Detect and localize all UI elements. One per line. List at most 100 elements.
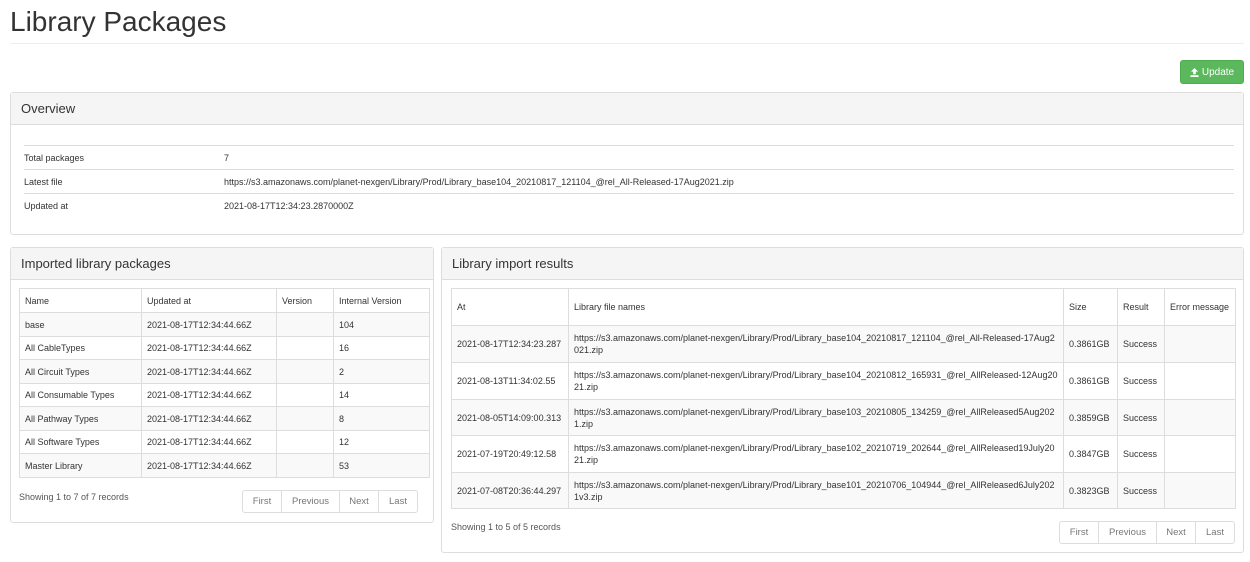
cell-version: [276, 406, 334, 431]
cell-version: [276, 359, 334, 384]
cell-name: All Consumable Types: [19, 383, 142, 407]
table-row: 2021-07-19T20:49:12.58 https://s3.amazon…: [451, 435, 1236, 473]
cell-internal-version: 104: [333, 312, 430, 337]
cell-updated-at: 2021-08-17T12:34:44.66Z: [141, 430, 277, 454]
cell-name: All Pathway Types: [19, 406, 142, 431]
table-row: All Circuit Types 2021-08-17T12:34:44.66…: [19, 359, 430, 384]
pagination-previous[interactable]: Previous: [281, 490, 340, 513]
pagination-next[interactable]: Next: [1156, 521, 1196, 544]
column-header-error-message[interactable]: Error message: [1164, 288, 1236, 326]
cell-at: 2021-08-17T12:34:23.287: [451, 325, 569, 363]
cell-file-name: https://s3.amazonaws.com/planet-nexgen/L…: [568, 325, 1064, 363]
cell-file-name: https://s3.amazonaws.com/planet-nexgen/L…: [568, 472, 1064, 509]
cell-version: [276, 312, 334, 337]
cell-name: Master Library: [19, 453, 142, 478]
cell-version: [276, 453, 334, 478]
cell-size: 0.3847GB: [1063, 435, 1118, 473]
pagination-last[interactable]: Last: [1195, 521, 1235, 544]
table-row: 2021-08-05T14:09:00.313 https://s3.amazo…: [451, 399, 1236, 436]
overview-row: Latest file https://s3.amazonaws.com/pla…: [24, 169, 1234, 194]
column-header-internal-version[interactable]: Internal Version: [333, 288, 430, 313]
cell-internal-version: 53: [333, 453, 430, 478]
cell-size: 0.3859GB: [1063, 399, 1118, 436]
cell-error-message: [1164, 325, 1236, 363]
table-row: All Software Types 2021-08-17T12:34:44.6…: [19, 430, 430, 454]
column-header-name[interactable]: Name: [19, 288, 142, 313]
overview-label: Updated at: [24, 193, 224, 217]
cell-updated-at: 2021-08-17T12:34:44.66Z: [141, 383, 277, 407]
overview-heading: Overview: [11, 93, 1243, 125]
cell-at: 2021-07-19T20:49:12.58: [451, 435, 569, 473]
pagination: First Previous Next Last: [1059, 521, 1235, 544]
imported-packages-heading: Imported library packages: [11, 248, 433, 280]
overview-label: Latest file: [24, 169, 224, 194]
overview-label: Total packages: [24, 145, 224, 170]
cell-error-message: [1164, 472, 1236, 509]
cell-name: All Software Types: [19, 430, 142, 454]
cell-result: Success: [1117, 399, 1165, 436]
update-button[interactable]: Update: [1180, 60, 1244, 84]
cell-result: Success: [1117, 435, 1165, 473]
pagination-last[interactable]: Last: [378, 490, 418, 513]
imported-packages-table: Name Updated at Version Internal Version…: [19, 288, 430, 478]
overview-value: 7: [224, 145, 1234, 170]
column-header-at[interactable]: At: [451, 288, 569, 326]
cell-updated-at: 2021-08-17T12:34:44.66Z: [141, 406, 277, 431]
pagination-next[interactable]: Next: [339, 490, 379, 513]
imported-packages-panel: Imported library packages Name Updated a…: [10, 247, 434, 523]
page-title: Library Packages: [10, 6, 227, 37]
pagination-first[interactable]: First: [242, 490, 282, 513]
import-results-heading: Library import results: [442, 248, 1243, 280]
cell-result: Success: [1117, 362, 1165, 400]
cell-updated-at: 2021-08-17T12:34:44.66Z: [141, 336, 277, 360]
cell-at: 2021-08-13T11:34:02.55: [451, 362, 569, 400]
table-row: 2021-08-13T11:34:02.55 https://s3.amazon…: [451, 362, 1236, 400]
title-divider: [10, 43, 1244, 44]
table-row: Master Library 2021-08-17T12:34:44.66Z 5…: [19, 453, 430, 478]
import-results-table: At Library file names Size Result Error …: [451, 288, 1236, 509]
cell-result: Success: [1117, 472, 1165, 509]
records-info: Showing 1 to 5 of 5 records: [451, 522, 561, 532]
column-header-updated-at[interactable]: Updated at: [141, 288, 277, 313]
table-row: 2021-07-08T20:36:44.297 https://s3.amazo…: [451, 472, 1236, 509]
table-row: All CableTypes 2021-08-17T12:34:44.66Z 1…: [19, 336, 430, 360]
import-results-panel: Library import results At Library file n…: [441, 247, 1244, 553]
cell-error-message: [1164, 399, 1236, 436]
cell-updated-at: 2021-08-17T12:34:44.66Z: [141, 453, 277, 478]
cell-internal-version: 8: [333, 406, 430, 431]
column-header-result[interactable]: Result: [1117, 288, 1165, 326]
cell-file-name: https://s3.amazonaws.com/planet-nexgen/L…: [568, 362, 1064, 400]
cell-internal-version: 12: [333, 430, 430, 454]
column-header-size[interactable]: Size: [1063, 288, 1118, 326]
cell-name: base: [19, 312, 142, 337]
table-row: All Consumable Types 2021-08-17T12:34:44…: [19, 383, 430, 407]
column-header-version[interactable]: Version: [276, 288, 334, 313]
cell-size: 0.3823GB: [1063, 472, 1118, 509]
pagination-first[interactable]: First: [1059, 521, 1099, 544]
cell-error-message: [1164, 362, 1236, 400]
cell-version: [276, 383, 334, 407]
cell-error-message: [1164, 435, 1236, 473]
cell-name: All Circuit Types: [19, 359, 142, 384]
cell-internal-version: 14: [333, 383, 430, 407]
cell-size: 0.3861GB: [1063, 325, 1118, 363]
cell-file-name: https://s3.amazonaws.com/planet-nexgen/L…: [568, 399, 1064, 436]
records-info: Showing 1 to 7 of 7 records: [19, 492, 129, 502]
cell-file-name: https://s3.amazonaws.com/planet-nexgen/L…: [568, 435, 1064, 473]
cell-size: 0.3861GB: [1063, 362, 1118, 400]
cell-name: All CableTypes: [19, 336, 142, 360]
upload-icon: [1190, 67, 1199, 77]
column-header-file-names[interactable]: Library file names: [568, 288, 1064, 326]
overview-table: Total packages 7 Latest file https://s3.…: [24, 145, 1234, 217]
overview-panel: Overview Total packages 7 Latest file ht…: [10, 92, 1244, 235]
pagination: First Previous Next Last: [242, 490, 418, 513]
cell-internal-version: 2: [333, 359, 430, 384]
table-row: 2021-08-17T12:34:23.287 https://s3.amazo…: [451, 325, 1236, 363]
table-header-row: At Library file names Size Result Error …: [451, 288, 1236, 326]
overview-value: https://s3.amazonaws.com/planet-nexgen/L…: [224, 169, 1234, 194]
table-row: base 2021-08-17T12:34:44.66Z 104: [19, 312, 430, 337]
overview-row: Updated at 2021-08-17T12:34:23.2870000Z: [24, 193, 1234, 217]
table-header-row: Name Updated at Version Internal Version: [19, 288, 430, 313]
pagination-previous[interactable]: Previous: [1098, 521, 1157, 544]
overview-value: 2021-08-17T12:34:23.2870000Z: [224, 193, 1234, 217]
